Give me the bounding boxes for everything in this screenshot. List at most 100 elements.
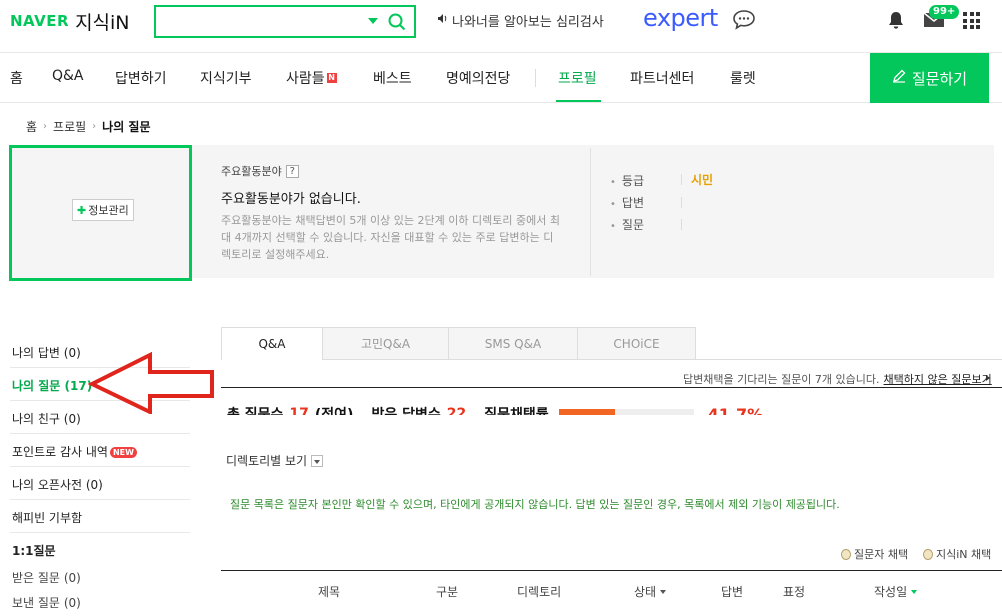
legend-kin-selected: 지식iN 채택 xyxy=(923,546,991,562)
col-category: 구분 xyxy=(436,585,459,599)
nav-partner-center[interactable]: 파트너센터 xyxy=(630,68,694,88)
edit-info-button[interactable]: ✚ 정보관리 xyxy=(72,199,134,221)
sent-questions-label: 보낸 질문 xyxy=(12,596,60,610)
unselected-questions-link[interactable]: 채택하지 않은 질문보기 xyxy=(884,373,992,386)
breadcrumb: 홈 › 프로필 › 나의 질문 xyxy=(26,118,151,135)
waiting-notice-text: 답변채택을 기다리는 질문이 7개 있습니다. xyxy=(683,373,880,386)
tab-choice[interactable]: CHOiCE xyxy=(577,327,696,360)
sidebar-item-my-friends[interactable]: 나의 친구 (0) xyxy=(12,410,81,427)
legend-kin-label: 지식iN 채택 xyxy=(936,548,992,561)
sidebar-item-my-questions[interactable]: 나의 질문 (17) xyxy=(12,377,92,394)
privacy-notice: 질문 목록은 질문자 본인만 확인할 수 있으며, 타인에게 공개되지 않습니다… xyxy=(230,498,840,511)
total-questions-value: 17 xyxy=(289,406,309,415)
triangle-right-icon xyxy=(986,375,990,381)
nav-best[interactable]: 베스트 xyxy=(373,68,412,88)
activity-field-title: 주요활동분야 ? xyxy=(221,163,299,179)
stat-divider xyxy=(681,174,682,185)
tab-worry-qa[interactable]: 고민Q&A xyxy=(322,327,449,360)
nav-divider xyxy=(535,69,536,87)
nav-home[interactable]: 홈 xyxy=(10,68,23,88)
col-date[interactable]: 작성일 xyxy=(874,583,918,600)
sidebar-item-point-thanks[interactable]: 포인트로 감사 내역 NEW xyxy=(12,443,137,460)
sort-down-icon xyxy=(911,590,918,594)
directory-view-select[interactable]: 디렉토리별 보기 xyxy=(226,452,324,469)
chat-icon[interactable] xyxy=(732,9,756,34)
total-questions-suffix: (전여) xyxy=(314,407,354,415)
nav-profile[interactable]: 프로필 xyxy=(558,68,597,88)
col-directory: 디렉토리 xyxy=(517,585,562,599)
stat-divider xyxy=(681,197,682,208)
activity-field-empty: 주요활동분야가 없습니다. xyxy=(221,192,361,207)
stat-grade-label: 등급 xyxy=(610,172,644,189)
chevron-down-icon xyxy=(311,454,324,467)
answers-received-value: 22 xyxy=(446,406,467,415)
sort-down-icon xyxy=(660,590,667,594)
sidebar-section-one-on-one: 1:1질문 xyxy=(12,544,56,558)
sidebar-item-happybean[interactable]: 해피빈 기부함 xyxy=(12,509,82,526)
search-box xyxy=(154,5,416,38)
sidebar-divider xyxy=(10,532,190,533)
pencil-icon xyxy=(892,69,906,87)
nav-donate[interactable]: 지식기부 xyxy=(200,68,252,88)
expert-logo[interactable]: expert xyxy=(643,4,718,32)
breadcrumb-profile[interactable]: 프로필 xyxy=(53,118,86,135)
naver-logo-text: NAVER xyxy=(10,12,70,30)
sidebar-item-sent-questions[interactable]: 보낸 질문 (0) xyxy=(12,594,81,611)
table-header-top-line xyxy=(221,570,1002,571)
nav-people[interactable]: 사람들 N xyxy=(286,68,337,88)
nav-answer[interactable]: 답변하기 xyxy=(115,68,167,88)
breadcrumb-home[interactable]: 홈 xyxy=(26,118,37,135)
plus-icon: ✚ xyxy=(77,203,87,217)
adoption-rate-fill xyxy=(558,409,615,415)
received-questions-label: 받은 질문 xyxy=(12,571,60,585)
breadcrumb-chevron-icon: › xyxy=(43,121,48,132)
help-icon[interactable]: ? xyxy=(285,164,299,178)
sidebar-item-point-thanks-label: 포인트로 감사 내역 xyxy=(12,445,108,459)
edit-info-label: 정보관리 xyxy=(88,204,129,217)
app-grid-icon[interactable] xyxy=(963,12,980,29)
summary-stats-row: 총 질문수 17 (전여) 받은 답변수 22 질문채택률 41.7% xyxy=(221,388,1002,415)
breadcrumb-current: 나의 질문 xyxy=(102,120,151,134)
adoption-rate-bar xyxy=(558,409,694,415)
tab-sms-qa[interactable]: SMS Q&A xyxy=(448,327,578,360)
new-n-badge: N xyxy=(326,73,337,83)
stat-answers-label: 답변 xyxy=(610,194,644,211)
col-status[interactable]: 상태 xyxy=(634,583,667,600)
sidebar-item-my-answers[interactable]: 나의 답변 (0) xyxy=(12,344,81,361)
adoption-rate-value: 41.7% xyxy=(707,404,764,416)
adoption-rate-label: 질문채택률 xyxy=(484,407,549,415)
panel-divider xyxy=(590,148,591,276)
nav-roulette[interactable]: 룰렛 xyxy=(730,68,756,88)
legend-asker-label: 질문자 채택 xyxy=(854,548,909,561)
answers-received-label: 받은 답변수 xyxy=(371,407,441,415)
mail-count-badge: 99+ xyxy=(929,5,960,19)
tab-baseline xyxy=(322,359,1002,360)
sidebar-item-open-dictionary[interactable]: 나의 오픈사전 (0) xyxy=(12,476,103,493)
naver-kin-logo[interactable]: NAVER 지식iN xyxy=(10,8,130,34)
search-dropdown-caret-icon[interactable] xyxy=(368,18,378,24)
speaker-icon xyxy=(437,13,448,28)
col-date-label: 작성일 xyxy=(874,585,908,599)
search-icon[interactable] xyxy=(388,13,406,34)
col-title: 제목 xyxy=(318,585,341,599)
sidebar-divider xyxy=(10,499,190,500)
col-status-label: 상태 xyxy=(634,585,657,599)
col-expression: 표정 xyxy=(783,585,806,599)
tab-qa[interactable]: Q&A xyxy=(221,327,323,360)
total-questions-label: 총 질문수 xyxy=(227,407,284,415)
bell-icon[interactable] xyxy=(887,11,905,33)
sidebar-item-received-questions[interactable]: 받은 질문 (0) xyxy=(12,569,81,586)
stat-questions-label: 질문 xyxy=(610,216,644,233)
sidebar-divider xyxy=(10,433,190,434)
stat-divider xyxy=(681,219,682,230)
medal-icon xyxy=(841,548,851,560)
col-answers: 답변 xyxy=(721,585,744,599)
ask-question-button[interactable]: 질문하기 xyxy=(870,53,989,103)
search-input[interactable] xyxy=(156,7,356,36)
received-questions-count: (0) xyxy=(63,571,81,585)
promo-link[interactable]: 나와너를 알아보는 심리검사 xyxy=(437,11,604,30)
nav-qa[interactable]: Q&A xyxy=(52,68,84,84)
nav-hall-of-fame[interactable]: 명예의전당 xyxy=(446,68,510,88)
new-badge: NEW xyxy=(109,447,137,458)
waiting-notice: 답변채택을 기다리는 질문이 7개 있습니다. 채택하지 않은 질문보기 xyxy=(683,371,992,387)
